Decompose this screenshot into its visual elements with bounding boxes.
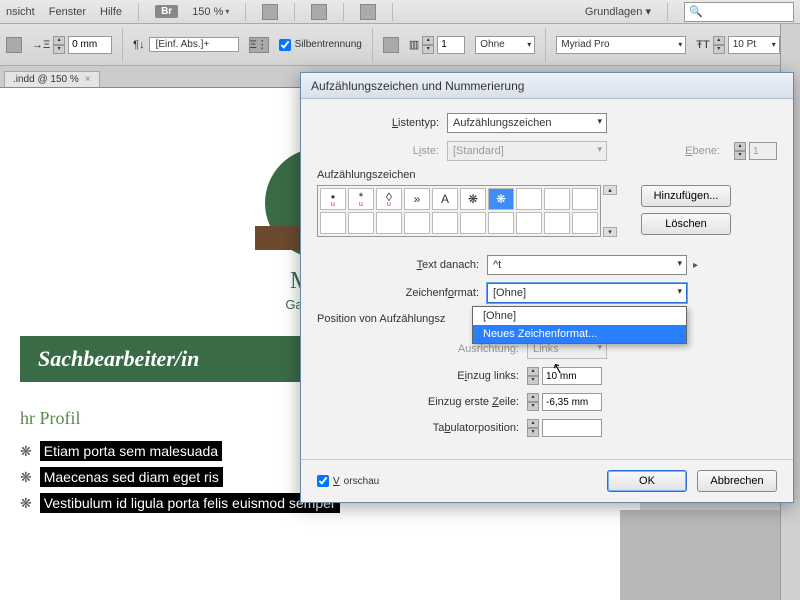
liste-label: Liste: [317, 145, 447, 157]
grid-scroll[interactable]: ▴▾ [603, 185, 617, 237]
flyout-icon[interactable]: ▸ [693, 260, 698, 271]
bullet-cell[interactable]: ❋ [460, 188, 486, 210]
bullet-icon: ❋ [20, 495, 32, 512]
menu-help[interactable]: Hilfe [100, 6, 122, 18]
first-line-indent-label: Einzug erste Zeile: [317, 396, 527, 408]
search-input[interactable]: 🔍 [684, 2, 794, 22]
ebene-label: Ebene: [685, 145, 728, 157]
text-after-label: Text danach: [317, 259, 487, 271]
para-style-dropdown[interactable]: [Einf. Abs.]+ [149, 37, 239, 52]
bullet-icon: ❋ [20, 469, 32, 486]
columns-field[interactable]: ▥ ▴▾ [409, 36, 465, 54]
bullet-cell[interactable] [516, 188, 542, 210]
dropdown-option-hover[interactable]: Neues Zeichenformat... [473, 325, 686, 343]
alignment-label: Ausrichtung: [317, 343, 527, 355]
list-icon[interactable]: Ξ⋮ [249, 37, 269, 53]
screen-mode-icon[interactable] [311, 4, 327, 20]
listentyp-dropdown[interactable]: Aufzählungszeichen [447, 113, 607, 133]
first-line-indent-input[interactable] [542, 393, 602, 411]
para-align-icon[interactable] [6, 37, 22, 53]
span-dropdown[interactable]: Ohne [475, 36, 535, 54]
bullet-cell[interactable] [572, 188, 598, 210]
bullet-cell[interactable] [544, 188, 570, 210]
char-style-dropdown-menu[interactable]: [Ohne] Neues Zeichenformat... [472, 306, 687, 344]
view-mode-icon[interactable] [262, 4, 278, 20]
zoom-dropdown[interactable]: 150 % [192, 6, 229, 18]
document-tab[interactable]: .indd @ 150 % × [4, 71, 100, 87]
bullet-cell[interactable]: *u [348, 188, 374, 210]
hyphenation-checkbox[interactable]: Silbentrennung [279, 39, 362, 51]
tab-position-label: Tabulatorposition: [317, 422, 527, 434]
menu-window[interactable]: Fenster [49, 6, 86, 18]
font-family-dropdown[interactable]: Myriad Pro [556, 36, 686, 54]
bullet-cell-selected[interactable]: ❋ [488, 188, 514, 210]
cancel-button[interactable]: Abbrechen [697, 470, 777, 492]
bullets-numbering-dialog: Aufzählungszeichen und Nummerierung LLis… [300, 72, 794, 503]
bullet-group-label: Aufzählungszeichen [317, 169, 777, 181]
bullet-cell[interactable]: ◊u [376, 188, 402, 210]
menu-bar: nsicht Fenster Hilfe Br 150 % Grundlagen… [0, 0, 800, 24]
dialog-title: Aufzählungszeichen und Nummerierung [301, 73, 793, 99]
pasteboard [620, 510, 800, 600]
delete-button[interactable]: Löschen [641, 213, 731, 235]
char-style-dropdown[interactable]: [Ohne] [487, 283, 687, 303]
bullet-cell[interactable]: A [432, 188, 458, 210]
preview-checkbox[interactable]: VVorschauorschau [317, 475, 379, 487]
dropdown-option[interactable]: [Ohne] [473, 307, 686, 325]
indent-left-dialog-input[interactable] [542, 367, 602, 385]
ok-button[interactable]: OK [607, 470, 687, 492]
char-style-label: Zeichenformat: [317, 287, 487, 299]
liste-dropdown: [Standard] [447, 141, 607, 161]
add-button[interactable]: Hinzufügen... [641, 185, 731, 207]
bullet-cell[interactable]: » [404, 188, 430, 210]
control-panel: →Ξ ▴▾ ¶↓ [Einf. Abs.]+ Ξ⋮ Silbentrennung… [0, 24, 800, 66]
bullet-character-grid[interactable]: •u *u ◊u » A ❋ ❋ [317, 185, 601, 237]
font-size-field[interactable]: ŦΤ ▴▾ 10 Pt [696, 36, 779, 54]
indent-left-label: Einzug links: [317, 370, 527, 382]
workspace-dropdown[interactable]: Grundlagen ▾ [585, 5, 651, 18]
baseline-icon[interactable] [383, 37, 399, 53]
ebene-input [749, 142, 777, 160]
bullet-icon: ❋ [20, 443, 32, 460]
close-icon[interactable]: × [85, 74, 91, 85]
bridge-button[interactable]: Br [155, 5, 178, 18]
listentyp-label: LListentyp:istentyp: [317, 117, 447, 129]
text-after-input[interactable]: ^t [487, 255, 687, 275]
indent-left-input[interactable] [68, 36, 112, 54]
arrange-icon[interactable] [360, 4, 376, 20]
bullet-cell[interactable]: •u [320, 188, 346, 210]
menu-view[interactable]: nsicht [6, 6, 35, 18]
indent-left-field[interactable]: →Ξ ▴▾ [32, 36, 112, 54]
tab-position-input[interactable] [542, 419, 602, 437]
